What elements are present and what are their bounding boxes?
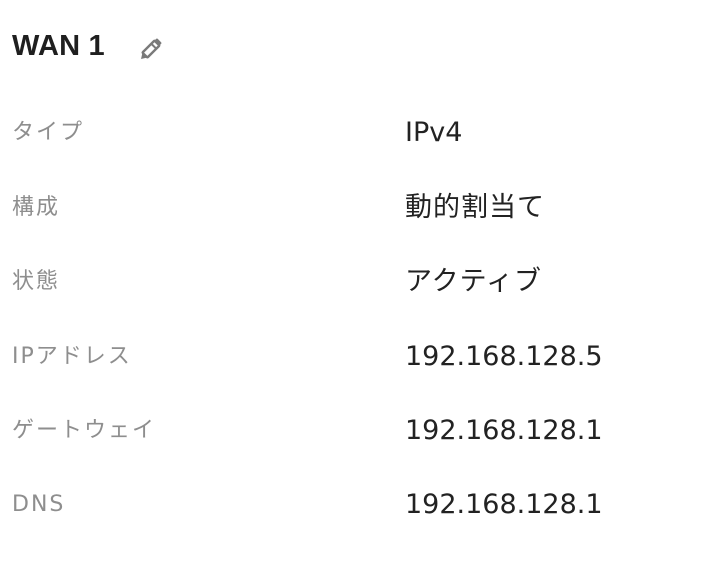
page-title: WAN 1: [12, 30, 105, 62]
row-ip-address: IPアドレス 192.168.128.5: [12, 337, 696, 377]
dns-label: DNS: [12, 492, 66, 517]
status-value: アクティブ: [405, 266, 543, 297]
type-value: IPv4: [405, 117, 463, 148]
type-label: タイプ: [12, 120, 85, 145]
configuration-label: 構成: [12, 195, 61, 220]
row-configuration: 構成 動的割当て: [12, 188, 696, 228]
gateway-label: ゲートウェイ: [12, 418, 157, 443]
configuration-value: 動的割当て: [405, 192, 545, 223]
gateway-value: 192.168.128.1: [405, 415, 603, 446]
status-label: 状態: [12, 269, 61, 294]
dns-value: 192.168.128.1: [405, 489, 603, 520]
row-type: タイプ IPv4: [12, 113, 696, 153]
wan-header: WAN 1: [12, 26, 167, 66]
ip-address-value: 192.168.128.5: [405, 341, 603, 372]
ip-address-label: IPアドレス: [12, 344, 132, 369]
row-dns: DNS 192.168.128.1: [12, 485, 696, 525]
edit-button[interactable]: [137, 33, 167, 63]
pencil-icon: [140, 38, 162, 59]
row-status: 状態 アクティブ: [12, 262, 696, 302]
row-gateway: ゲートウェイ 192.168.128.1: [12, 411, 696, 451]
